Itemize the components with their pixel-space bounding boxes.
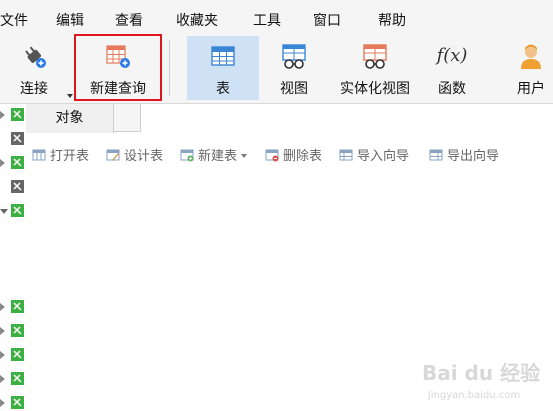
expand-arrow-icon[interactable] [0, 399, 5, 407]
import-wizard-icon [339, 149, 353, 161]
delete-table-button[interactable]: 删除表 [265, 145, 322, 165]
user-button[interactable]: 用户 [505, 36, 553, 100]
materialized-view-label: 实体化视图 [340, 81, 410, 97]
tab-area-blank [140, 104, 553, 132]
database-green-icon [11, 396, 24, 409]
table-icon [211, 46, 235, 66]
user-icon [521, 44, 541, 69]
table-label: 表 [216, 81, 230, 97]
database-green-icon [11, 348, 24, 361]
connect-label: 连接 [20, 81, 48, 97]
menu-tools[interactable]: 工具 [253, 10, 281, 30]
tree-item[interactable] [0, 322, 26, 340]
import-wizard-label: 导入向导 [357, 149, 410, 164]
database-green-icon [11, 300, 24, 313]
expand-arrow-icon[interactable] [0, 159, 5, 167]
watermark-text: Bai du 经验 [422, 361, 540, 385]
delete-table-icon [265, 149, 279, 162]
tree-item[interactable] [0, 346, 26, 364]
open-table-button[interactable]: 打开表 [32, 145, 89, 165]
new-table-button[interactable]: 新建表 [180, 145, 248, 165]
expand-arrow-icon[interactable] [0, 327, 5, 335]
menu-favorites[interactable]: 收藏夹 [176, 10, 218, 30]
expand-arrow-icon[interactable] [0, 303, 5, 311]
materialized-view-icon [363, 44, 387, 69]
database-green-icon [11, 156, 24, 169]
tree-item[interactable] [0, 298, 26, 316]
tree-item[interactable] [0, 154, 26, 172]
materialized-view-button[interactable]: 实体化视图 [332, 36, 418, 100]
tree-item[interactable] [0, 394, 26, 411]
open-table-icon [32, 149, 46, 161]
user-label: 用户 [517, 81, 545, 97]
plug-icon [25, 46, 46, 68]
menu-file[interactable]: 文件 [0, 10, 28, 30]
database-gray-icon [11, 180, 24, 193]
new-table-icon [180, 149, 194, 162]
database-green-icon [11, 324, 24, 337]
view-icon [282, 44, 306, 69]
database-green-icon [11, 204, 24, 217]
connect-button[interactable]: 连接 [6, 36, 62, 100]
open-table-label: 打开表 [50, 149, 90, 164]
connection-tree [0, 104, 26, 411]
menu-edit[interactable]: 编辑 [56, 10, 84, 30]
menu-window[interactable]: 窗口 [313, 10, 341, 30]
ribbon-toolbar: 连接 新建查询 表 视图 实体化视图 f(x) 函数 用户 [0, 30, 553, 104]
object-toolbar: 打开表 设计表 新建表 删除表 导入向导 导出向导 [26, 141, 553, 169]
tree-item[interactable] [0, 370, 26, 388]
baidu-jingyan-watermark: Bai du 经验 jingyan.baidu.com [422, 361, 540, 401]
expand-arrow-icon[interactable] [0, 351, 5, 359]
import-wizard-button[interactable]: 导入向导 [339, 145, 409, 165]
database-green-icon [11, 372, 24, 385]
export-wizard-label: 导出向导 [447, 149, 500, 164]
view-label: 视图 [280, 81, 308, 97]
tree-item[interactable] [0, 202, 26, 220]
new-table-dropdown-icon[interactable] [241, 154, 248, 158]
view-button[interactable]: 视图 [266, 36, 322, 100]
connect-dropdown-icon[interactable] [67, 94, 73, 98]
watermark-url: jingyan.baidu.com [427, 390, 520, 401]
delete-table-label: 删除表 [283, 149, 323, 164]
design-table-button[interactable]: 设计表 [106, 145, 163, 165]
tree-item[interactable] [0, 106, 26, 124]
function-button[interactable]: f(x) 函数 [426, 36, 478, 100]
function-label: 函数 [438, 81, 466, 97]
database-gray-icon [11, 132, 24, 145]
expand-arrow-icon[interactable] [0, 375, 5, 383]
tab-strip: 对象 [26, 104, 553, 133]
export-wizard-button[interactable]: 导出向导 [429, 145, 499, 165]
export-wizard-icon [429, 149, 443, 161]
function-icon: f(x) [436, 45, 468, 66]
database-green-icon [11, 108, 24, 121]
table-button[interactable]: 表 [187, 36, 259, 100]
design-table-icon [106, 149, 120, 161]
highlight-box [74, 34, 162, 101]
collapse-arrow-icon[interactable] [0, 209, 8, 214]
design-table-label: 设计表 [124, 149, 164, 164]
menu-help[interactable]: 帮助 [378, 10, 406, 30]
tree-item[interactable] [0, 130, 26, 148]
tree-item[interactable] [0, 178, 26, 196]
new-table-label: 新建表 [198, 149, 238, 164]
expand-arrow-icon[interactable] [0, 111, 5, 119]
tab-objects[interactable]: 对象 [26, 104, 114, 133]
ribbon-separator [169, 40, 170, 96]
menu-view[interactable]: 查看 [115, 10, 143, 30]
